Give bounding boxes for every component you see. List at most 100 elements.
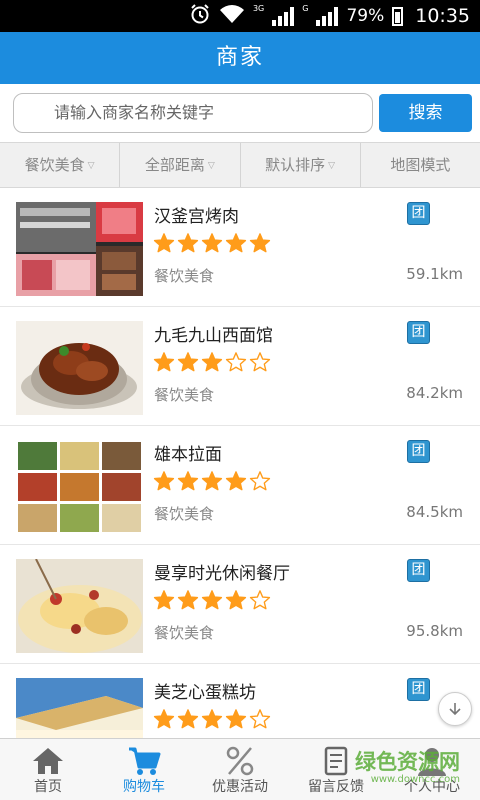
clock: 10:35 <box>415 5 470 27</box>
merchant-item[interactable]: 九毛九山西面馆 团 餐饮美食 84.2km <box>0 307 480 426</box>
chevron-down-icon: ▽ <box>328 160 336 171</box>
merchant-photo <box>16 202 143 296</box>
star-filled-icon <box>153 709 175 729</box>
group-buy-badge: 团 <box>407 202 430 225</box>
merchant-distance: 59.1km <box>406 265 463 283</box>
merchant-photo <box>16 321 143 415</box>
merchant-name: 汉釜宫烤肉 <box>154 207 239 227</box>
chevron-down-icon: ▽ <box>87 160 95 171</box>
merchant-photo <box>16 559 143 653</box>
star-filled-icon <box>201 709 223 729</box>
alarm-icon <box>189 3 211 30</box>
star-filled-icon <box>177 590 199 610</box>
tab-promotions[interactable]: 优惠活动 <box>192 739 288 800</box>
filter-label: 餐饮美食 <box>24 156 85 174</box>
star-filled-icon <box>153 352 175 372</box>
merchant-name: 九毛九山西面馆 <box>154 326 273 346</box>
star-filled-icon <box>177 352 199 372</box>
filter-bar: 餐饮美食 ▽ 全部距离 ▽ 默认排序 ▽ 地图模式 <box>0 142 480 188</box>
signal-icon <box>272 6 295 26</box>
watermark-url: www.downcc.com <box>370 774 460 785</box>
star-filled-icon <box>225 709 247 729</box>
star-filled-icon <box>177 471 199 491</box>
merchant-photo <box>16 440 143 534</box>
star-empty-icon <box>249 471 271 491</box>
percent-icon <box>226 746 254 776</box>
search-bar: 请输入商家名称关键字 搜索 <box>0 84 480 142</box>
star-filled-icon <box>153 233 175 253</box>
rating-stars <box>153 232 271 254</box>
page-title: 商家 <box>0 32 480 84</box>
star-filled-icon <box>177 233 199 253</box>
star-filled-icon <box>225 590 247 610</box>
merchant-name: 美芝心蛋糕坊 <box>154 683 256 703</box>
merchant-category: 餐饮美食 <box>154 624 215 642</box>
star-empty-icon <box>249 709 271 729</box>
star-empty-icon <box>249 352 271 372</box>
tab-label: 购物车 <box>123 779 165 795</box>
merchant-category: 餐饮美食 <box>154 267 215 285</box>
network-type-1: 3G <box>252 4 265 13</box>
tab-label: 首页 <box>34 779 62 795</box>
group-buy-badge: 团 <box>407 321 430 344</box>
filter-label: 默认排序 <box>265 156 326 174</box>
merchant-photo <box>16 678 143 738</box>
merchant-name: 雄本拉面 <box>154 445 222 465</box>
group-buy-badge: 团 <box>407 440 430 463</box>
watermark-logo: 绿色资源网 www.downcc.com <box>355 746 460 785</box>
group-buy-badge: 团 <box>407 678 430 701</box>
battery-icon <box>392 6 404 26</box>
star-filled-icon <box>201 590 223 610</box>
merchant-item[interactable]: 美芝心蛋糕坊 团 <box>0 664 480 738</box>
merchant-category: 餐饮美食 <box>154 505 215 523</box>
merchant-name: 曼享时光休闲餐厅 <box>154 564 290 584</box>
filter-map-mode[interactable]: 地图模式 <box>361 143 480 187</box>
merchant-list: 汉釜宫烤肉 团 餐饮美食 59.1km 九毛九山西面馆 团 餐饮美食 84.2k… <box>0 188 480 738</box>
merchant-category: 餐饮美食 <box>154 386 215 404</box>
star-filled-icon <box>225 471 247 491</box>
signal-icon-2 <box>316 6 339 26</box>
wifi-icon <box>219 4 245 29</box>
merchant-item[interactable]: 汉釜宫烤肉 团 餐饮美食 59.1km <box>0 188 480 307</box>
merchant-item[interactable]: 曼享时光休闲餐厅 团 餐饮美食 95.8km <box>0 545 480 664</box>
tab-home[interactable]: 首页 <box>0 739 96 800</box>
star-empty-icon <box>225 352 247 372</box>
group-buy-badge: 团 <box>407 559 430 582</box>
star-filled-icon <box>249 233 271 253</box>
rating-stars <box>153 351 271 373</box>
cart-icon <box>129 747 161 775</box>
star-filled-icon <box>153 471 175 491</box>
status-bar: 3G G 79% 10:35 <box>0 0 480 32</box>
chevron-down-icon: ▽ <box>207 160 215 171</box>
filter-category[interactable]: 餐饮美食 ▽ <box>0 143 121 187</box>
search-button[interactable]: 搜索 <box>379 94 472 132</box>
merchant-distance: 84.2km <box>406 384 463 402</box>
feedback-icon <box>324 746 348 776</box>
tab-cart[interactable]: 购物车 <box>96 739 192 800</box>
star-filled-icon <box>201 352 223 372</box>
rating-stars <box>153 589 271 611</box>
star-filled-icon <box>201 233 223 253</box>
network-type-2: G <box>302 4 309 13</box>
arrow-down-icon <box>449 703 461 716</box>
star-filled-icon <box>201 471 223 491</box>
star-filled-icon <box>225 233 247 253</box>
star-filled-icon <box>153 590 175 610</box>
merchant-distance: 95.8km <box>406 622 463 640</box>
tab-label: 优惠活动 <box>212 779 268 795</box>
filter-sort[interactable]: 默认排序 ▽ <box>241 143 361 187</box>
watermark-text: 绿色资源网 <box>355 750 460 774</box>
filter-distance[interactable]: 全部距离 ▽ <box>120 143 241 187</box>
merchant-distance: 84.5km <box>406 503 463 521</box>
star-filled-icon <box>177 709 199 729</box>
filter-label: 地图模式 <box>390 156 451 174</box>
merchant-item[interactable]: 雄本拉面 团 餐饮美食 84.5km <box>0 426 480 545</box>
filter-label: 全部距离 <box>144 156 205 174</box>
scroll-down-button[interactable] <box>438 692 472 726</box>
rating-stars <box>153 470 271 492</box>
star-empty-icon <box>249 590 271 610</box>
home-icon <box>33 748 63 774</box>
search-input[interactable]: 请输入商家名称关键字 <box>13 93 373 133</box>
rating-stars <box>153 708 271 730</box>
battery-percent: 79% <box>346 6 385 26</box>
